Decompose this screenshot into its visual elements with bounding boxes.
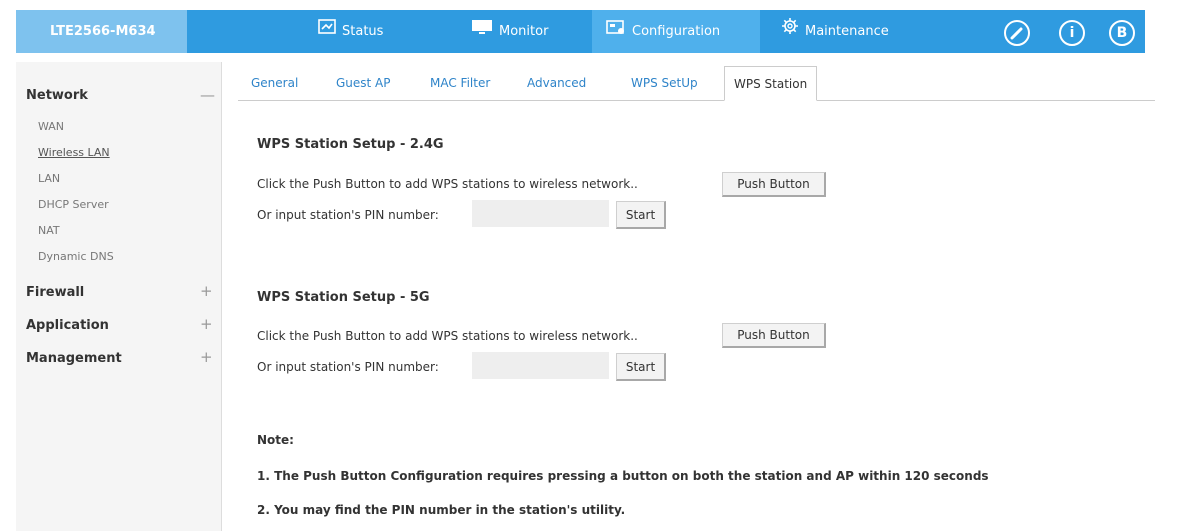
note-title: Note: — [257, 433, 294, 447]
tab-wps-station[interactable]: WPS Station — [724, 66, 818, 101]
push-button-5g[interactable]: Push Button — [722, 323, 826, 348]
collapse-icon[interactable]: — — [200, 86, 215, 104]
tab-advanced[interactable]: Advanced — [527, 66, 586, 101]
maintenance-icon — [781, 10, 799, 53]
sidebar: Network — WAN Wireless LAN LAN DHCP Serv… — [16, 62, 222, 531]
sidebar-group-application[interactable]: Application — [26, 318, 109, 333]
monitor-icon — [471, 10, 493, 53]
note-line-1: 1. The Push Button Configuration require… — [257, 469, 989, 483]
start-button-5g[interactable]: Start — [616, 353, 666, 381]
sidebar-item-dynamic-dns[interactable]: Dynamic DNS — [38, 250, 114, 263]
expand-icon[interactable]: + — [200, 282, 213, 300]
info-icon[interactable]: i — [1059, 20, 1085, 46]
pin-label: Or input station's PIN number: — [257, 208, 439, 222]
push-button-instruction: Click the Push Button to add WPS station… — [257, 177, 638, 191]
sidebar-item-wireless-lan[interactable]: Wireless LAN — [38, 146, 110, 159]
tab-guest-ap[interactable]: Guest AP — [336, 66, 391, 101]
nav-configuration[interactable]: Configuration — [592, 10, 760, 53]
sidebar-item-dhcp-server[interactable]: DHCP Server — [38, 198, 109, 211]
status-icon — [318, 10, 336, 53]
nav-configuration-label: Configuration — [632, 24, 721, 39]
wizard-icon[interactable] — [1004, 20, 1030, 46]
nav-monitor-label: Monitor — [499, 24, 549, 39]
tab-mac-filter[interactable]: MAC Filter — [430, 66, 490, 101]
nav-status[interactable]: Status — [318, 10, 383, 53]
logout-icon[interactable]: B — [1109, 20, 1135, 46]
sidebar-group-network[interactable]: Network — [26, 88, 88, 103]
note-line-2: 2. You may find the PIN number in the st… — [257, 503, 626, 517]
tab-general[interactable]: General — [251, 66, 298, 101]
section-title-5g: WPS Station Setup - 5G — [257, 290, 430, 305]
sidebar-group-firewall[interactable]: Firewall — [26, 285, 84, 300]
device-model-label: LTE2566-M634 — [16, 10, 187, 53]
top-navigation-bar: LTE2566-M634 Status Monitor Configuratio… — [0, 0, 1204, 62]
nav-monitor[interactable]: Monitor — [471, 10, 548, 53]
expand-icon[interactable]: + — [200, 315, 213, 333]
sidebar-group-management[interactable]: Management — [26, 351, 122, 366]
pin-input-5g[interactable] — [472, 352, 609, 379]
start-button-2-4g[interactable]: Start — [616, 201, 666, 229]
configuration-icon — [606, 10, 626, 53]
push-button-2-4g[interactable]: Push Button — [722, 172, 826, 197]
push-button-instruction: Click the Push Button to add WPS station… — [257, 329, 638, 343]
tab-wps-setup[interactable]: WPS SetUp — [631, 66, 698, 101]
sidebar-item-lan[interactable]: LAN — [38, 172, 60, 185]
pin-label: Or input station's PIN number: — [257, 360, 439, 374]
expand-icon[interactable]: + — [200, 348, 213, 366]
nav-status-label: Status — [342, 24, 384, 39]
section-title-2-4g: WPS Station Setup - 2.4G — [257, 137, 444, 152]
sidebar-item-wan[interactable]: WAN — [38, 120, 64, 133]
sidebar-item-nat[interactable]: NAT — [38, 224, 60, 237]
tab-bar: General Guest AP MAC Filter Advanced WPS… — [238, 66, 1155, 101]
nav-maintenance-label: Maintenance — [805, 24, 889, 39]
pin-input-2-4g[interactable] — [472, 200, 609, 227]
nav-maintenance[interactable]: Maintenance — [781, 10, 889, 53]
